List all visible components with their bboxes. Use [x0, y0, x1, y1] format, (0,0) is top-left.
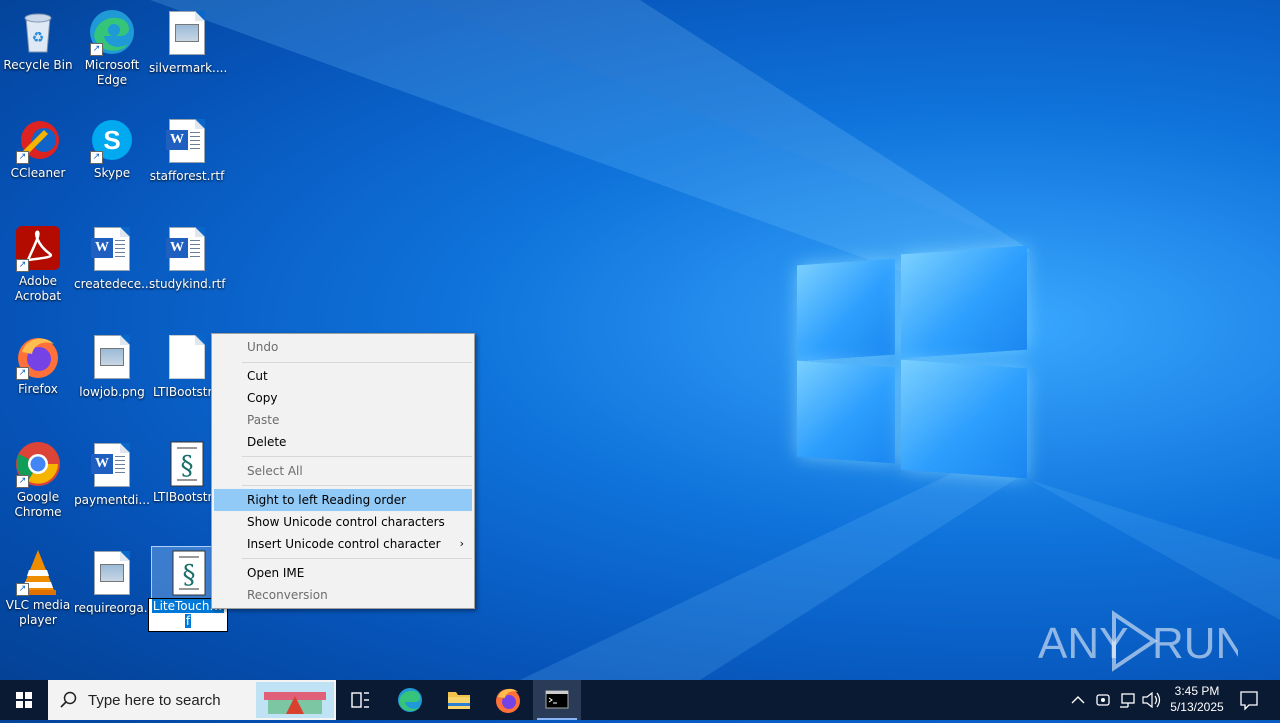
- firefox-icon: ↗: [14, 332, 62, 380]
- menu-item-copy[interactable]: Copy: [214, 387, 472, 409]
- image-file-icon: [94, 335, 130, 379]
- search-icon: [60, 691, 77, 708]
- adobe-acrobat-icon: ↗: [14, 224, 62, 272]
- desktop-icon-vlc[interactable]: ↗ VLC media player: [0, 548, 76, 628]
- menu-item-show-unicode[interactable]: Show Unicode control characters: [214, 511, 472, 533]
- menu-separator: [242, 485, 472, 486]
- desktop-icon-adobe-acrobat[interactable]: ↗ Adobe Acrobat: [0, 224, 76, 304]
- meet-now-icon: [1096, 694, 1110, 706]
- start-button[interactable]: [0, 680, 48, 720]
- desktop-icon-silvermark[interactable]: silvermark....: [149, 8, 227, 76]
- speaker-icon: [1142, 691, 1161, 709]
- taskbar-file-explorer[interactable]: [435, 680, 483, 720]
- taskbar-search-box[interactable]: Type here to search: [48, 680, 336, 720]
- script-file-icon: §: [172, 550, 206, 596]
- menu-separator: [242, 362, 472, 363]
- word-document-icon: W: [91, 227, 130, 271]
- windows-logo: [795, 242, 1029, 480]
- image-file-icon: [169, 11, 205, 55]
- taskbar-clock[interactable]: 3:45 PM 5/13/2025: [1164, 683, 1230, 715]
- edge-icon: ↗: [88, 8, 136, 56]
- menu-item-insert-unicode[interactable]: Insert Unicode control character ›: [214, 533, 472, 555]
- desktop-icon-microsoft-edge[interactable]: ↗ Microsoft Edge: [74, 8, 150, 88]
- taskbar-firefox[interactable]: [484, 680, 532, 720]
- taskbar: Type here to search 3:45 PM 5/13/2025: [0, 680, 1280, 720]
- desktop-icon-firefox[interactable]: ↗ Firefox: [0, 332, 76, 397]
- clock-time: 3:45 PM: [1174, 684, 1220, 698]
- svg-text:RUN: RUN: [1152, 619, 1238, 668]
- chevron-right-icon: ›: [459, 537, 464, 550]
- tray-network[interactable]: [1116, 680, 1138, 720]
- desktop-icon-lowjob[interactable]: lowjob.png: [74, 332, 150, 400]
- word-document-icon: W: [166, 119, 205, 163]
- show-hidden-icons-button[interactable]: [1068, 680, 1088, 720]
- rename-rest-text: f: [184, 614, 192, 628]
- desktop-icon-stafforest[interactable]: W stafforest.rtf: [149, 116, 225, 184]
- task-view-button[interactable]: [336, 680, 384, 720]
- firefox-icon: [496, 688, 520, 713]
- menu-item-paste[interactable]: Paste: [214, 409, 472, 431]
- desktop-icon-skype[interactable]: S ↗ Skype: [74, 116, 150, 181]
- desktop-icon-recycle-bin[interactable]: ♻ Recycle Bin: [0, 8, 76, 73]
- recycle-bin-icon: ♻: [14, 8, 62, 56]
- chevron-up-icon: [1071, 696, 1085, 704]
- script-file-icon: §: [170, 441, 204, 487]
- desktop-icon-createdece[interactable]: W createdece...: [74, 224, 153, 292]
- edge-icon: [398, 688, 422, 712]
- task-view-icon: [351, 692, 369, 708]
- tray-volume[interactable]: [1140, 680, 1162, 720]
- desktop-icon-studykind[interactable]: W studykind.rtf: [149, 224, 225, 292]
- svg-text:♻: ♻: [32, 30, 45, 46]
- folder-icon: [448, 692, 470, 709]
- search-placeholder: Type here to search: [88, 692, 221, 709]
- anyrun-logo-icon: ANY RUN: [1038, 610, 1247, 672]
- menu-item-cut[interactable]: Cut: [214, 365, 472, 387]
- menu-item-delete[interactable]: Delete: [214, 431, 472, 453]
- clock-date: 5/13/2025: [1170, 700, 1224, 714]
- word-document-icon: W: [91, 443, 130, 487]
- anyrun-watermark: ANY RUN: [1038, 608, 1247, 674]
- vlc-icon: ↗: [14, 548, 62, 596]
- network-icon: [1120, 693, 1135, 708]
- menu-item-open-ime[interactable]: Open IME: [214, 562, 472, 584]
- desktop-icon-google-chrome[interactable]: ↗ Google Chrome: [0, 440, 76, 520]
- ccleaner-icon: ↗: [14, 116, 62, 164]
- action-center-button[interactable]: [1234, 680, 1264, 720]
- svg-text:§: §: [183, 560, 196, 590]
- taskbar-edge[interactable]: [386, 680, 434, 720]
- svg-text:§: §: [181, 451, 194, 481]
- svg-text:S: S: [103, 125, 120, 155]
- command-prompt-icon: [545, 690, 569, 709]
- menu-item-rtl-reading-order[interactable]: Right to left Reading order: [214, 489, 472, 511]
- menu-separator: [242, 558, 472, 559]
- chrome-icon: ↗: [14, 440, 62, 488]
- skype-icon: S ↗: [88, 116, 136, 164]
- menu-item-select-all[interactable]: Select All: [214, 460, 472, 482]
- desktop-icon-requireorga[interactable]: requireorga...: [74, 548, 155, 616]
- taskbar-cmd[interactable]: [533, 680, 581, 720]
- menu-item-undo[interactable]: Undo: [214, 336, 472, 358]
- tray-meet-now[interactable]: [1092, 680, 1114, 720]
- word-document-icon: W: [166, 227, 205, 271]
- windows-start-icon: [16, 692, 32, 708]
- blank-file-icon: [169, 335, 205, 379]
- context-menu: Undo Cut Copy Paste Delete Select All Ri…: [211, 333, 475, 609]
- search-highlight-image: [256, 682, 334, 718]
- image-file-icon: [94, 551, 130, 595]
- desktop-icon-paymentdi[interactable]: W paymentdi...: [74, 440, 150, 508]
- desktop-icon-ccleaner[interactable]: ↗ CCleaner: [0, 116, 76, 181]
- notification-icon: [1240, 691, 1258, 711]
- menu-separator: [242, 456, 472, 457]
- menu-item-reconversion[interactable]: Reconversion: [214, 584, 472, 606]
- desktop[interactable]: ♻ Recycle Bin ↗ CCleaner ↗ Adobe Acrobat…: [0, 0, 1280, 680]
